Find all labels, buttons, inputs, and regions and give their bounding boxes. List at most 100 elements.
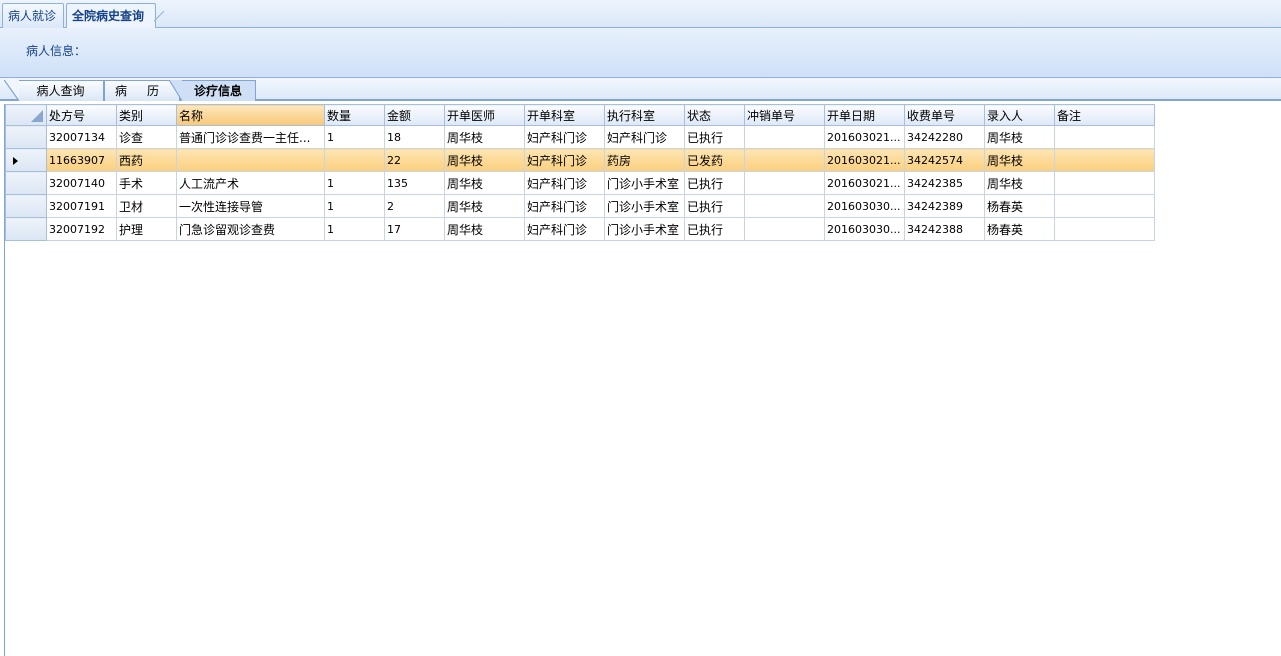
table-cell[interactable]: 人工流产术	[176, 171, 325, 195]
table-cell[interactable]: 201603030...	[824, 217, 905, 241]
column-header[interactable]: 备注	[1054, 104, 1155, 126]
table-cell[interactable]: 周华枝	[984, 148, 1055, 172]
table-cell[interactable]: 34242388	[904, 217, 985, 241]
table-cell[interactable]: 杨春英	[984, 194, 1055, 218]
table-cell[interactable]: 201603030...	[824, 194, 905, 218]
tab-treatment-info[interactable]: 诊疗信息	[169, 80, 256, 101]
document-tab-strip: 病人就诊 全院病史查询	[0, 0, 1281, 29]
table-cell[interactable]	[744, 171, 825, 195]
table-cell[interactable]: 1	[324, 194, 385, 218]
table-cell[interactable]: 妇产科门诊	[524, 194, 605, 218]
column-header[interactable]: 开单医师	[444, 104, 525, 126]
table-row[interactable]: 32007140 手术 人工流产术 1 135 周华枝 妇产科门诊 门诊小手术室 已执行 2016…	[5, 171, 1155, 195]
table-cell[interactable]: 周华枝	[984, 125, 1055, 149]
table-cell[interactable]: 1	[324, 125, 385, 149]
table-cell[interactable]: 34242385	[904, 171, 985, 195]
select-all-corner[interactable]	[5, 104, 47, 126]
column-header[interactable]: 类别	[116, 104, 177, 126]
column-header[interactable]: 开单日期	[824, 104, 905, 126]
table-cell[interactable]: 22	[384, 148, 445, 172]
table-cell[interactable]: 已执行	[684, 194, 745, 218]
row-header[interactable]	[5, 125, 47, 149]
table-cell[interactable]: 周华枝	[444, 194, 525, 218]
tab-hospital-history-query[interactable]: 全院病史查询	[66, 3, 164, 29]
table-cell[interactable]: 2	[384, 194, 445, 218]
table-cell[interactable]: 门诊小手术室	[604, 217, 685, 241]
tab-patient-search[interactable]: 病人查询	[4, 80, 104, 101]
table-cell[interactable]	[1054, 125, 1155, 149]
table-cell[interactable]: 西药	[116, 148, 177, 172]
table-cell[interactable]: 已发药	[684, 148, 745, 172]
table-cell[interactable]: 201603021...	[824, 171, 905, 195]
column-header[interactable]: 状态	[684, 104, 745, 126]
table-cell[interactable]: 已执行	[684, 217, 745, 241]
table-cell[interactable]: 已执行	[684, 125, 745, 149]
row-header[interactable]	[5, 171, 47, 195]
table-cell[interactable]: 1	[324, 171, 385, 195]
table-cell[interactable]: 妇产科门诊	[524, 217, 605, 241]
column-header[interactable]: 处方号	[46, 104, 117, 126]
table-cell[interactable]: 34242574	[904, 148, 985, 172]
table-cell[interactable]: 135	[384, 171, 445, 195]
table-cell[interactable]: 周华枝	[444, 148, 525, 172]
table-cell[interactable]	[176, 148, 325, 172]
table-cell[interactable]: 药房	[604, 148, 685, 172]
table-cell[interactable]: 34242280	[904, 125, 985, 149]
table-cell[interactable]: 32007140	[46, 171, 117, 195]
table-cell[interactable]	[744, 217, 825, 241]
table-cell[interactable]	[744, 148, 825, 172]
table-cell[interactable]: 32007191	[46, 194, 117, 218]
table-cell[interactable]	[744, 194, 825, 218]
table-cell[interactable]: 妇产科门诊	[524, 171, 605, 195]
column-header[interactable]: 金额	[384, 104, 445, 126]
table-cell[interactable]: 诊查	[116, 125, 177, 149]
table-cell[interactable]: 周华枝	[444, 171, 525, 195]
table-cell[interactable]: 妇产科门诊	[604, 125, 685, 149]
table-cell[interactable]	[1054, 171, 1155, 195]
table-cell[interactable]: 门诊小手术室	[604, 194, 685, 218]
table-cell[interactable]: 一次性连接导管	[176, 194, 325, 218]
table-cell[interactable]: 门诊小手术室	[604, 171, 685, 195]
column-header[interactable]: 执行科室	[604, 104, 685, 126]
column-header[interactable]: 收费单号	[904, 104, 985, 126]
table-cell[interactable]: 卫材	[116, 194, 177, 218]
column-header[interactable]: 数量	[324, 104, 385, 126]
table-cell[interactable]: 手术	[116, 171, 177, 195]
table-cell[interactable]	[1054, 194, 1155, 218]
table-cell[interactable]: 周华枝	[444, 125, 525, 149]
table-cell[interactable]: 201603021...	[824, 125, 905, 149]
table-cell[interactable]: 周华枝	[984, 171, 1055, 195]
table-cell[interactable]: 18	[384, 125, 445, 149]
row-header[interactable]	[5, 194, 47, 218]
table-cell[interactable]: 周华枝	[444, 217, 525, 241]
column-header[interactable]: 冲销单号	[744, 104, 825, 126]
table-row[interactable]: 32007192 护理 门急诊留观诊查费 1 17 周华枝 妇产科门诊 门诊小手术室 已执行 20…	[5, 217, 1155, 241]
column-header[interactable]: 名称	[176, 104, 325, 126]
row-header[interactable]	[5, 217, 47, 241]
table-cell[interactable]: 已执行	[684, 171, 745, 195]
table-cell[interactable]	[1054, 217, 1155, 241]
table-cell[interactable]: 34242389	[904, 194, 985, 218]
table-cell[interactable]	[324, 148, 385, 172]
table-cell[interactable]: 32007192	[46, 217, 117, 241]
table-cell[interactable]: 妇产科门诊	[524, 125, 605, 149]
table-cell[interactable]: 普通门诊诊查费一主任...	[176, 125, 325, 149]
table-cell[interactable]	[744, 125, 825, 149]
table-row[interactable]: 11663907 西药 22 周华枝 妇产科门诊 药房 已发药 201603021... 342…	[5, 148, 1155, 172]
table-row[interactable]: 32007134 诊查 普通门诊诊查费一主任... 1 18 周华枝 妇产科门诊 妇产科门诊已…	[5, 125, 1155, 149]
column-header[interactable]: 开单科室	[524, 104, 605, 126]
table-row[interactable]: 32007191 卫材 一次性连接导管 1 2 周华枝 妇产科门诊 门诊小手术室 已执行 2016…	[5, 194, 1155, 218]
table-cell[interactable]: 11663907	[46, 148, 117, 172]
table-cell[interactable]: 17	[384, 217, 445, 241]
table-cell[interactable]: 护理	[116, 217, 177, 241]
table-cell[interactable]: 1	[324, 217, 385, 241]
table-cell[interactable]: 201603021...	[824, 148, 905, 172]
column-header[interactable]: 录入人	[984, 104, 1055, 126]
row-header[interactable]	[5, 148, 47, 172]
tab-patient-visit[interactable]: 病人就诊	[2, 3, 64, 28]
table-cell[interactable]: 32007134	[46, 125, 117, 149]
table-cell[interactable]	[1054, 148, 1155, 172]
table-cell[interactable]: 门急诊留观诊查费	[176, 217, 325, 241]
table-cell[interactable]: 杨春英	[984, 217, 1055, 241]
table-cell[interactable]: 妇产科门诊	[524, 148, 605, 172]
